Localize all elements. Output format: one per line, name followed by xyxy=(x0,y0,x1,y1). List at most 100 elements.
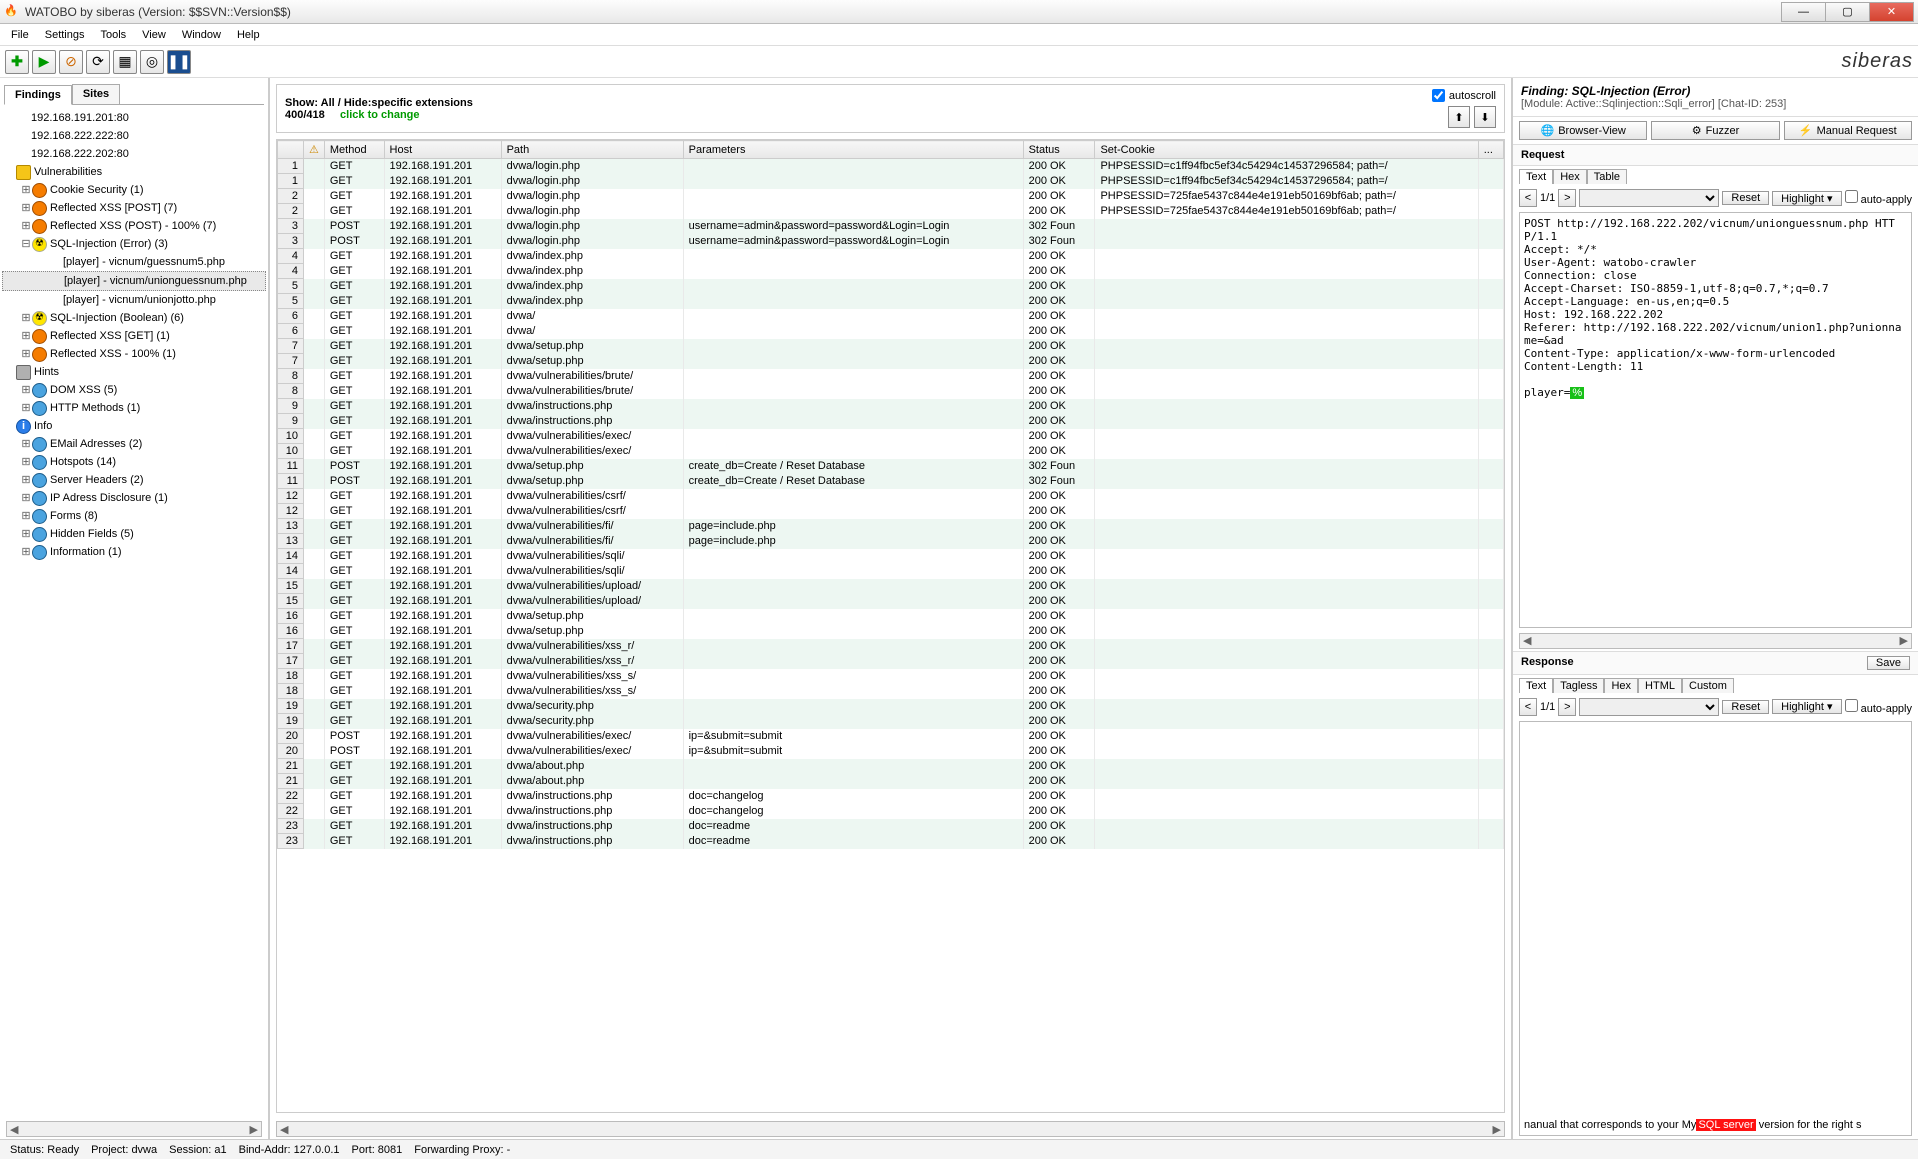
table-row[interactable]: 21GET192.168.191.201dvwa/about.php200 OK xyxy=(278,759,1504,774)
stop-button[interactable]: ⊘ xyxy=(59,50,83,74)
maximize-button[interactable]: ▢ xyxy=(1825,2,1870,22)
table-row[interactable]: 10GET192.168.191.201dvwa/vulnerabilities… xyxy=(278,444,1504,459)
tree-item[interactable]: [player] - vicnum/unionguessnum.php xyxy=(2,271,266,291)
pause-button[interactable]: ❚❚ xyxy=(167,50,191,74)
table-row[interactable]: 4GET192.168.191.201dvwa/index.php200 OK xyxy=(278,264,1504,279)
resp-prev-button[interactable]: < xyxy=(1519,698,1537,716)
col-header[interactable]: Path xyxy=(501,141,683,159)
tree-item[interactable]: ⊞Reflected XSS [GET] (1) xyxy=(2,327,266,345)
tree-item[interactable]: [player] - vicnum/guessnum5.php xyxy=(2,253,266,271)
tree-item[interactable]: 192.168.222.202:80 xyxy=(2,145,266,163)
table-row[interactable]: 15GET192.168.191.201dvwa/vulnerabilities… xyxy=(278,579,1504,594)
table-row[interactable]: 16GET192.168.191.201dvwa/setup.php200 OK xyxy=(278,609,1504,624)
table-row[interactable]: 7GET192.168.191.201dvwa/setup.php200 OK xyxy=(278,354,1504,369)
resp-highlight-button[interactable]: Highlight ▾ xyxy=(1772,699,1841,714)
req-tab-table[interactable]: Table xyxy=(1587,169,1627,184)
table-row[interactable]: 22GET192.168.191.201dvwa/instructions.ph… xyxy=(278,804,1504,819)
col-header[interactable]: ⚠ xyxy=(304,141,325,159)
table-row[interactable]: 10GET192.168.191.201dvwa/vulnerabilities… xyxy=(278,429,1504,444)
menu-file[interactable]: File xyxy=(4,27,36,43)
tree-item[interactable]: iInfo xyxy=(2,417,266,435)
tree-item[interactable]: ⊞Server Headers (2) xyxy=(2,471,266,489)
table-row[interactable]: 14GET192.168.191.201dvwa/vulnerabilities… xyxy=(278,549,1504,564)
table-row[interactable]: 8GET192.168.191.201dvwa/vulnerabilities/… xyxy=(278,384,1504,399)
tree-item[interactable]: [player] - vicnum/unionjotto.php xyxy=(2,291,266,309)
table-row[interactable]: 17GET192.168.191.201dvwa/vulnerabilities… xyxy=(278,654,1504,669)
tree-item[interactable]: ⊟☢SQL-Injection (Error) (3) xyxy=(2,235,266,253)
findings-tree[interactable]: 192.168.191.201:80192.168.222.222:80192.… xyxy=(0,107,268,1119)
table-row[interactable]: 6GET192.168.191.201dvwa/200 OK xyxy=(278,309,1504,324)
menu-view[interactable]: View xyxy=(135,27,173,43)
table-row[interactable]: 17GET192.168.191.201dvwa/vulnerabilities… xyxy=(278,639,1504,654)
tree-item[interactable]: ⊞DOM XSS (5) xyxy=(2,381,266,399)
tree-item[interactable]: ⊞HTTP Methods (1) xyxy=(2,399,266,417)
table-row[interactable]: 13GET192.168.191.201dvwa/vulnerabilities… xyxy=(278,519,1504,534)
col-header[interactable]: Status xyxy=(1023,141,1095,159)
table-row[interactable]: 2GET192.168.191.201dvwa/login.php200 OKP… xyxy=(278,204,1504,219)
req-next-button[interactable]: > xyxy=(1558,189,1576,207)
tree-item[interactable]: ⊞Forms (8) xyxy=(2,507,266,525)
menu-settings[interactable]: Settings xyxy=(38,27,92,43)
table-row[interactable]: 4GET192.168.191.201dvwa/index.php200 OK xyxy=(278,249,1504,264)
request-text[interactable]: POST http://192.168.222.202/vicnum/union… xyxy=(1519,212,1912,628)
col-header[interactable]: Host xyxy=(384,141,501,159)
play-button[interactable]: ▶ xyxy=(32,50,56,74)
qbtn-down-icon[interactable]: ⬇ xyxy=(1474,106,1496,128)
center-hscroll[interactable]: ◀▶ xyxy=(276,1121,1505,1137)
resp-tab-custom[interactable]: Custom xyxy=(1682,678,1734,693)
resp-autoapply[interactable]: auto-apply xyxy=(1845,699,1912,715)
table-row[interactable]: 5GET192.168.191.201dvwa/index.php200 OK xyxy=(278,279,1504,294)
table-row[interactable]: 12GET192.168.191.201dvwa/vulnerabilities… xyxy=(278,489,1504,504)
tree-item[interactable]: 192.168.222.222:80 xyxy=(2,127,266,145)
table-row[interactable]: 9GET192.168.191.201dvwa/instructions.php… xyxy=(278,414,1504,429)
fuzzer-button[interactable]: ⚙ Fuzzer xyxy=(1651,121,1779,140)
resp-tab-text[interactable]: Text xyxy=(1519,678,1553,693)
resp-tab-html[interactable]: HTML xyxy=(1638,678,1682,693)
table-row[interactable]: 19GET192.168.191.201dvwa/security.php200… xyxy=(278,714,1504,729)
table-row[interactable]: 9GET192.168.191.201dvwa/instructions.php… xyxy=(278,399,1504,414)
table-row[interactable]: 18GET192.168.191.201dvwa/vulnerabilities… xyxy=(278,669,1504,684)
menu-tools[interactable]: Tools xyxy=(93,27,133,43)
req-highlight-button[interactable]: Highlight ▾ xyxy=(1772,191,1841,206)
tree-item[interactable]: ⊞Information (1) xyxy=(2,543,266,561)
add-button[interactable]: ✚ xyxy=(5,50,29,74)
table-row[interactable]: 11POST192.168.191.201dvwa/setup.phpcreat… xyxy=(278,474,1504,489)
table-row[interactable]: 19GET192.168.191.201dvwa/security.php200… xyxy=(278,699,1504,714)
col-header[interactable]: Parameters xyxy=(683,141,1023,159)
resp-tab-tagless[interactable]: Tagless xyxy=(1553,678,1604,693)
close-button[interactable]: ✕ xyxy=(1869,2,1914,22)
tree-item[interactable]: Vulnerabilities xyxy=(2,163,266,181)
table-row[interactable]: 12GET192.168.191.201dvwa/vulnerabilities… xyxy=(278,504,1504,519)
table-row[interactable]: 1GET192.168.191.201dvwa/login.php200 OKP… xyxy=(278,174,1504,189)
table-row[interactable]: 21GET192.168.191.201dvwa/about.php200 OK xyxy=(278,774,1504,789)
target-button[interactable]: ◎ xyxy=(140,50,164,74)
req-tab-hex[interactable]: Hex xyxy=(1553,169,1587,184)
table-row[interactable]: 20POST192.168.191.201dvwa/vulnerabilitie… xyxy=(278,729,1504,744)
response-save-button[interactable]: Save xyxy=(1867,656,1910,670)
table-row[interactable]: 23GET192.168.191.201dvwa/instructions.ph… xyxy=(278,834,1504,849)
resp-next-button[interactable]: > xyxy=(1558,698,1576,716)
left-hscroll[interactable]: ◀▶ xyxy=(6,1121,262,1137)
table-row[interactable]: 20POST192.168.191.201dvwa/vulnerabilitie… xyxy=(278,744,1504,759)
table-row[interactable]: 15GET192.168.191.201dvwa/vulnerabilities… xyxy=(278,594,1504,609)
table-row[interactable]: 13GET192.168.191.201dvwa/vulnerabilities… xyxy=(278,534,1504,549)
resp-tab-hex[interactable]: Hex xyxy=(1604,678,1638,693)
table-row[interactable]: 14GET192.168.191.201dvwa/vulnerabilities… xyxy=(278,564,1504,579)
table-row[interactable]: 2GET192.168.191.201dvwa/login.php200 OKP… xyxy=(278,189,1504,204)
manual-request-button[interactable]: ⚡ Manual Request xyxy=(1784,121,1912,140)
req-select[interactable] xyxy=(1579,189,1719,207)
tree-item[interactable]: Hints xyxy=(2,363,266,381)
grid-button[interactable]: ▦ xyxy=(113,50,137,74)
tree-item[interactable]: ⊞Reflected XSS [POST] (7) xyxy=(2,199,266,217)
tab-findings[interactable]: Findings xyxy=(4,85,72,105)
tab-sites[interactable]: Sites xyxy=(72,84,120,104)
minimize-button[interactable]: — xyxy=(1781,2,1826,22)
table-row[interactable]: 6GET192.168.191.201dvwa/200 OK xyxy=(278,324,1504,339)
resp-select[interactable] xyxy=(1579,698,1719,716)
autoscroll-checkbox[interactable] xyxy=(1432,89,1445,102)
tree-item[interactable]: ⊞Hotspots (14) xyxy=(2,453,266,471)
req-tab-text[interactable]: Text xyxy=(1519,169,1553,184)
col-header[interactable]: ... xyxy=(1478,141,1503,159)
tree-item[interactable]: ⊞Hidden Fields (5) xyxy=(2,525,266,543)
autoscroll-toggle[interactable]: autoscroll xyxy=(1432,89,1496,102)
